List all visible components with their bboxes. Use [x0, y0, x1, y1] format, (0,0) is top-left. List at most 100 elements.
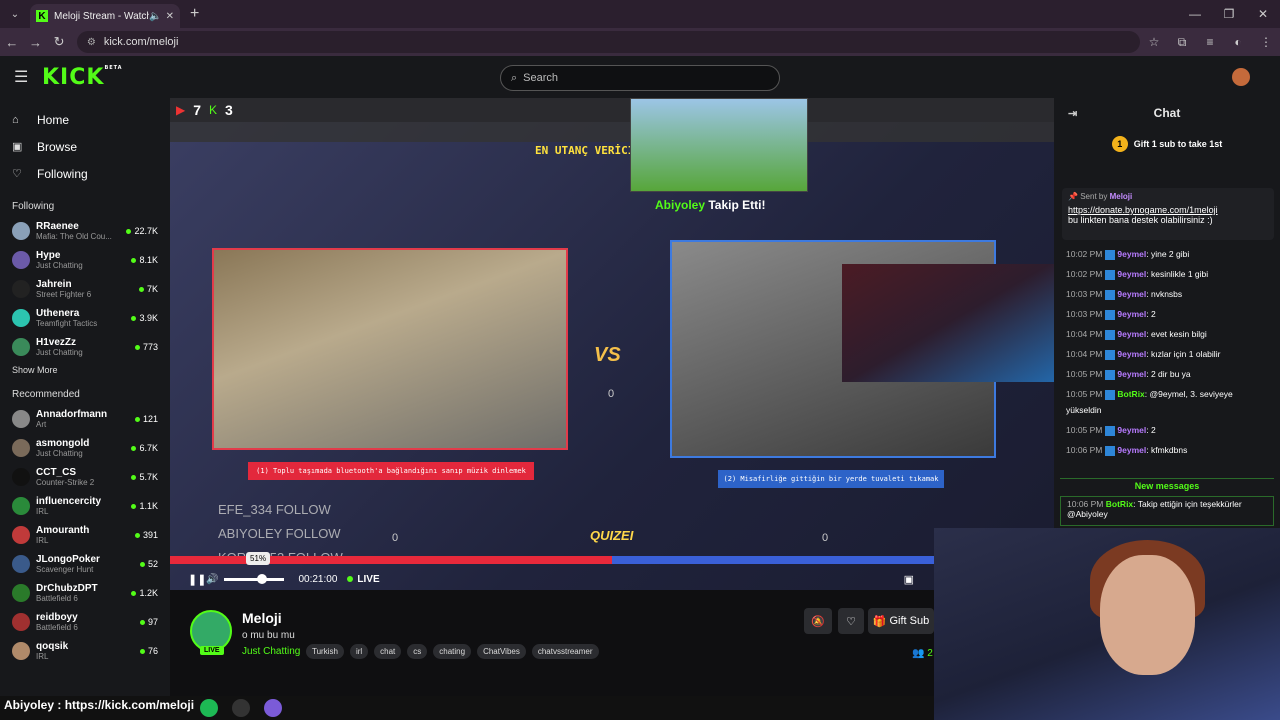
minimize-icon[interactable]: —: [1178, 0, 1212, 28]
volume-knob[interactable]: [256, 573, 267, 584]
stream-category[interactable]: Just Chatting: [242, 646, 300, 657]
recommended-channel[interactable]: asmongold Just Chatting 6.7K: [0, 433, 170, 462]
stream-tag[interactable]: chat: [374, 644, 402, 659]
stream-tag[interactable]: ChatVibes: [477, 644, 526, 659]
app-icon[interactable]: [232, 699, 250, 717]
volume-slider[interactable]: 51%: [224, 551, 285, 584]
pause-icon[interactable]: ❚❚: [188, 573, 206, 586]
url-field[interactable]: ⚙ kick.com/meloji: [76, 31, 1141, 53]
site-info-icon[interactable]: ⚙: [87, 37, 96, 48]
discord-icon[interactable]: [264, 699, 282, 717]
channel-viewers: 121: [135, 414, 158, 424]
theatre-mode-icon[interactable]: ▣: [904, 573, 914, 586]
chat-time: 10:04 PM: [1066, 329, 1103, 339]
subscriber-badge-icon: [1105, 269, 1116, 280]
chat-user[interactable]: 9eymel: [1117, 249, 1146, 259]
extensions-icon[interactable]: ⧉: [1168, 35, 1196, 50]
chat-user[interactable]: 9eymel: [1117, 309, 1146, 319]
volume-icon[interactable]: 🔊: [206, 574, 218, 585]
recommended-channel[interactable]: DrChubzDPT Battlefield 6 1.2K: [0, 578, 170, 607]
pinned-sender: 📌 Sent by Meloji: [1068, 192, 1268, 201]
following-channel[interactable]: Hype Just Chatting 8.1K: [0, 245, 170, 274]
chat-message: 10:05 PM 9eymel: 2 dir bu ya: [1066, 369, 1191, 380]
media-icon[interactable]: ≡: [1196, 35, 1224, 50]
channel-name: reidboyy: [36, 611, 78, 623]
nav-following[interactable]: ♡ Following: [0, 160, 170, 187]
channel-viewers: 1.2K: [131, 588, 158, 598]
user-avatar[interactable]: [1232, 68, 1250, 86]
pinned-by-label: Sent by: [1080, 192, 1108, 201]
chat-user[interactable]: BotRix: [1106, 499, 1133, 509]
follow-heart-button[interactable]: ♡: [838, 608, 864, 634]
channel-category: Art: [36, 419, 47, 429]
menu-hamburger-icon[interactable]: ☰: [14, 67, 34, 87]
chat-message: 10:05 PM BotRix: @9eymel, 3. seviyeye yük…: [1066, 389, 1233, 415]
streamer-avatar[interactable]: LIVE: [190, 610, 232, 655]
recommended-channel[interactable]: Annadorfmann Art 121: [0, 404, 170, 433]
chat-user[interactable]: 9eymel: [1117, 425, 1146, 435]
chat-message: 10:03 PM 9eymel: 2: [1066, 309, 1156, 320]
stream-tag[interactable]: chating: [433, 644, 472, 659]
spotify-icon[interactable]: [200, 699, 218, 717]
nav-browse[interactable]: ▣ Browse: [0, 133, 170, 160]
recommended-channel[interactable]: JLongoPoker Scavenger Hunt 52: [0, 549, 170, 578]
new-tab-button[interactable]: +: [190, 5, 199, 23]
recommended-channel[interactable]: influencercity IRL 1.1K: [0, 491, 170, 520]
recommended-channel[interactable]: qoqsik IRL 76: [0, 636, 170, 665]
back-icon[interactable]: ←: [0, 35, 24, 50]
video-player[interactable]: ▶ 7 K3 EN UTANÇ VERİCİ Abiyoley Takip Ett…: [170, 98, 1054, 590]
notification-bell-button[interactable]: 🔕: [804, 608, 832, 634]
following-channel[interactable]: Uthenera Teamfight Tactics 3.9K: [0, 303, 170, 332]
new-messages-divider[interactable]: New messages: [1060, 478, 1274, 491]
show-more-link[interactable]: Show More: [0, 365, 170, 375]
forward-icon[interactable]: →: [24, 35, 48, 50]
channel-viewers: 3.9K: [131, 313, 158, 323]
gift-banner[interactable]: 1 Gift 1 sub to take 1st: [1054, 128, 1280, 160]
recommended-channel[interactable]: reidboyy Battlefield 6 97: [0, 607, 170, 636]
collapse-chat-icon[interactable]: ⇥: [1068, 107, 1077, 120]
channel-name: Jahrein: [36, 278, 72, 290]
gift-sub-button[interactable]: 🎁 Gift Sub: [868, 608, 934, 634]
stream-tag[interactable]: irl: [349, 644, 369, 659]
profile-icon[interactable]: ◐: [1224, 35, 1252, 50]
chat-user[interactable]: 9eymel: [1117, 269, 1146, 279]
chat-user[interactable]: 9eymel: [1117, 445, 1146, 455]
chat-time: 10:06 PM: [1067, 499, 1104, 509]
reload-icon[interactable]: ↻: [47, 34, 71, 50]
recommended-channel[interactable]: CCT_CS Counter-Strike 2 5.7K: [0, 462, 170, 491]
vote-progress-bar: [170, 556, 1054, 564]
restore-icon[interactable]: ❐: [1212, 0, 1246, 28]
stream-tag[interactable]: Turkish: [306, 644, 344, 659]
close-window-icon[interactable]: ✕: [1246, 0, 1280, 28]
bookmark-star-icon[interactable]: ☆: [1140, 35, 1168, 50]
browser-tab[interactable]: K Meloji Stream - Watch Live 🔈 ✕: [30, 4, 180, 28]
logo-text: KICK: [42, 64, 105, 90]
chat-text: 2: [1150, 425, 1156, 435]
following-channel[interactable]: Jahrein Street Fighter 6 7K: [0, 274, 170, 303]
stream-tag[interactable]: chatvsstreamer: [531, 644, 599, 659]
pinned-link[interactable]: https://donate.bynogame.com/1meloji: [1068, 205, 1268, 215]
chat-user[interactable]: BotRix: [1117, 389, 1144, 399]
chat-user[interactable]: 9eymel: [1117, 349, 1146, 359]
chat-user[interactable]: 9eymel: [1117, 289, 1146, 299]
browser-menu-icon[interactable]: ⋮: [1252, 35, 1280, 50]
tab-search-icon[interactable]: ⌄: [4, 4, 26, 24]
channel-viewers: 5.7K: [131, 472, 158, 482]
chat-time: 10:02 PM: [1066, 249, 1103, 259]
following-channel[interactable]: H1vezZz Just Chatting 773: [0, 332, 170, 361]
chat-user[interactable]: 9eymel: [1117, 329, 1146, 339]
stream-tag[interactable]: cs: [407, 644, 428, 659]
search-input[interactable]: ⌕ Search: [500, 65, 780, 91]
home-icon: ⌂: [12, 113, 19, 126]
following-channel[interactable]: RRaenee Mafia: The Old Cou... 22.7K: [0, 216, 170, 245]
streamer-name[interactable]: Meloji: [242, 610, 282, 626]
chat-user[interactable]: 9eymel: [1117, 369, 1146, 379]
kick-inner-icon: K: [209, 103, 218, 117]
channel-name: DrChubzDPT: [36, 582, 98, 594]
tab-close-icon[interactable]: ✕: [166, 11, 174, 22]
recommended-channel[interactable]: Amouranth IRL 391: [0, 520, 170, 549]
tab-audio-icon[interactable]: 🔈: [149, 11, 161, 22]
chat-message: 10:04 PM 9eymel: kızlar için 1 olabilir: [1066, 349, 1221, 360]
kick-logo[interactable]: KICKBETA: [42, 65, 123, 90]
nav-home[interactable]: ⌂ Home: [0, 106, 170, 133]
